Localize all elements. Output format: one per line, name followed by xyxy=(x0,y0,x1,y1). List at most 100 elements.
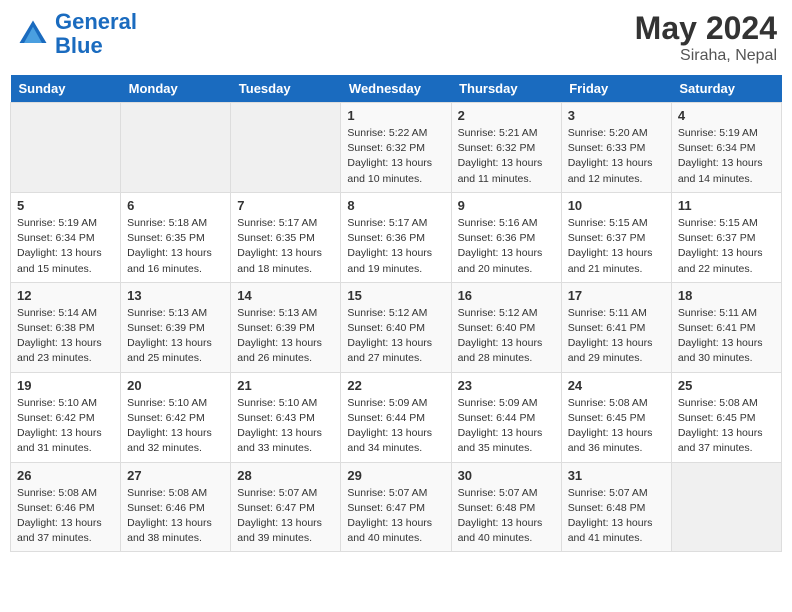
calendar-cell: 23 Sunrise: 5:09 AMSunset: 6:44 PMDayligh… xyxy=(451,372,561,462)
calendar-cell: 20 Sunrise: 5:10 AMSunset: 6:42 PMDayligh… xyxy=(121,372,231,462)
day-info: Sunrise: 5:07 AMSunset: 6:47 PMDaylight:… xyxy=(237,486,334,547)
day-number: 16 xyxy=(458,288,555,303)
day-info: Sunrise: 5:12 AMSunset: 6:40 PMDaylight:… xyxy=(347,306,444,367)
day-info: Sunrise: 5:07 AMSunset: 6:47 PMDaylight:… xyxy=(347,486,444,547)
day-info: Sunrise: 5:11 AMSunset: 6:41 PMDaylight:… xyxy=(568,306,665,367)
day-number: 6 xyxy=(127,198,224,213)
day-info: Sunrise: 5:10 AMSunset: 6:43 PMDaylight:… xyxy=(237,396,334,457)
calendar-cell xyxy=(671,462,781,552)
day-number: 23 xyxy=(458,378,555,393)
day-info: Sunrise: 5:19 AMSunset: 6:34 PMDaylight:… xyxy=(678,126,775,187)
calendar-cell: 9 Sunrise: 5:16 AMSunset: 6:36 PMDaylight… xyxy=(451,192,561,282)
day-info: Sunrise: 5:16 AMSunset: 6:36 PMDaylight:… xyxy=(458,216,555,277)
calendar-cell: 22 Sunrise: 5:09 AMSunset: 6:44 PMDayligh… xyxy=(341,372,451,462)
day-number: 26 xyxy=(17,468,114,483)
day-info: Sunrise: 5:22 AMSunset: 6:32 PMDaylight:… xyxy=(347,126,444,187)
weekday-header-saturday: Saturday xyxy=(671,75,781,103)
calendar-table: SundayMondayTuesdayWednesdayThursdayFrid… xyxy=(10,75,782,552)
day-number: 8 xyxy=(347,198,444,213)
logo-text: General Blue xyxy=(55,10,137,58)
day-info: Sunrise: 5:15 AMSunset: 6:37 PMDaylight:… xyxy=(678,216,775,277)
day-number: 24 xyxy=(568,378,665,393)
day-info: Sunrise: 5:10 AMSunset: 6:42 PMDaylight:… xyxy=(17,396,114,457)
location: Siraha, Nepal xyxy=(635,47,777,65)
logo: General Blue xyxy=(15,10,137,58)
calendar-cell: 1 Sunrise: 5:22 AMSunset: 6:32 PMDaylight… xyxy=(341,103,451,193)
day-info: Sunrise: 5:08 AMSunset: 6:45 PMDaylight:… xyxy=(568,396,665,457)
day-info: Sunrise: 5:09 AMSunset: 6:44 PMDaylight:… xyxy=(347,396,444,457)
day-info: Sunrise: 5:11 AMSunset: 6:41 PMDaylight:… xyxy=(678,306,775,367)
day-number: 27 xyxy=(127,468,224,483)
calendar-cell: 11 Sunrise: 5:15 AMSunset: 6:37 PMDayligh… xyxy=(671,192,781,282)
calendar-cell xyxy=(11,103,121,193)
calendar-cell: 24 Sunrise: 5:08 AMSunset: 6:45 PMDayligh… xyxy=(561,372,671,462)
day-number: 31 xyxy=(568,468,665,483)
title-area: May 2024 Siraha, Nepal xyxy=(635,10,777,65)
calendar-cell: 25Sunrise: 5:08 AMSunset: 6:45 PMDayligh… xyxy=(671,372,781,462)
calendar-cell: 26 Sunrise: 5:08 AMSunset: 6:46 PMDayligh… xyxy=(11,462,121,552)
day-info: Sunrise: 5:15 AMSunset: 6:37 PMDaylight:… xyxy=(568,216,665,277)
calendar-cell: 6Sunrise: 5:18 AMSunset: 6:35 PMDaylight… xyxy=(121,192,231,282)
day-info: Sunrise: 5:08 AMSunset: 6:46 PMDaylight:… xyxy=(127,486,224,547)
calendar-cell: 15 Sunrise: 5:12 AMSunset: 6:40 PMDayligh… xyxy=(341,282,451,372)
day-number: 13 xyxy=(127,288,224,303)
logo-icon xyxy=(15,16,51,52)
calendar-cell: 14 Sunrise: 5:13 AMSunset: 6:39 PMDayligh… xyxy=(231,282,341,372)
calendar-cell: 31 Sunrise: 5:07 AMSunset: 6:48 PMDayligh… xyxy=(561,462,671,552)
day-info: Sunrise: 5:17 AMSunset: 6:36 PMDaylight:… xyxy=(347,216,444,277)
calendar-cell: 13 Sunrise: 5:13 AMSunset: 6:39 PMDayligh… xyxy=(121,282,231,372)
day-number: 30 xyxy=(458,468,555,483)
day-info: Sunrise: 5:10 AMSunset: 6:42 PMDaylight:… xyxy=(127,396,224,457)
day-number: 5 xyxy=(17,198,114,213)
day-number: 15 xyxy=(347,288,444,303)
day-number: 20 xyxy=(127,378,224,393)
day-info: Sunrise: 5:13 AMSunset: 6:39 PMDaylight:… xyxy=(127,306,224,367)
weekday-header-sunday: Sunday xyxy=(11,75,121,103)
day-number: 21 xyxy=(237,378,334,393)
day-info: Sunrise: 5:20 AMSunset: 6:33 PMDaylight:… xyxy=(568,126,665,187)
calendar-cell: 28 Sunrise: 5:07 AMSunset: 6:47 PMDayligh… xyxy=(231,462,341,552)
calendar-cell: 3 Sunrise: 5:20 AMSunset: 6:33 PMDaylight… xyxy=(561,103,671,193)
day-number: 28 xyxy=(237,468,334,483)
day-number: 19 xyxy=(17,378,114,393)
calendar-cell: 19 Sunrise: 5:10 AMSunset: 6:42 PMDayligh… xyxy=(11,372,121,462)
weekday-header-monday: Monday xyxy=(121,75,231,103)
logo-line2: Blue xyxy=(55,33,103,58)
page-header: General Blue May 2024 Siraha, Nepal xyxy=(10,10,782,65)
calendar-cell xyxy=(121,103,231,193)
day-info: Sunrise: 5:21 AMSunset: 6:32 PMDaylight:… xyxy=(458,126,555,187)
weekday-header-wednesday: Wednesday xyxy=(341,75,451,103)
day-info: Sunrise: 5:17 AMSunset: 6:35 PMDaylight:… xyxy=(237,216,334,277)
day-number: 17 xyxy=(568,288,665,303)
calendar-cell: 18Sunrise: 5:11 AMSunset: 6:41 PMDayligh… xyxy=(671,282,781,372)
day-info: Sunrise: 5:08 AMSunset: 6:45 PMDaylight:… xyxy=(678,396,775,457)
day-info: Sunrise: 5:19 AMSunset: 6:34 PMDaylight:… xyxy=(17,216,114,277)
day-number: 11 xyxy=(678,198,775,213)
calendar-cell: 21 Sunrise: 5:10 AMSunset: 6:43 PMDayligh… xyxy=(231,372,341,462)
day-info: Sunrise: 5:09 AMSunset: 6:44 PMDaylight:… xyxy=(458,396,555,457)
day-info: Sunrise: 5:08 AMSunset: 6:46 PMDaylight:… xyxy=(17,486,114,547)
logo-line1: General xyxy=(55,9,137,34)
day-number: 7 xyxy=(237,198,334,213)
weekday-header-friday: Friday xyxy=(561,75,671,103)
day-number: 22 xyxy=(347,378,444,393)
calendar-cell xyxy=(231,103,341,193)
calendar-cell: 5 Sunrise: 5:19 AMSunset: 6:34 PMDaylight… xyxy=(11,192,121,282)
month-year: May 2024 xyxy=(635,10,777,47)
day-number: 3 xyxy=(568,108,665,123)
calendar-cell: 7 Sunrise: 5:17 AMSunset: 6:35 PMDaylight… xyxy=(231,192,341,282)
day-number: 1 xyxy=(347,108,444,123)
calendar-cell: 8 Sunrise: 5:17 AMSunset: 6:36 PMDaylight… xyxy=(341,192,451,282)
day-number: 12 xyxy=(17,288,114,303)
calendar-cell: 2 Sunrise: 5:21 AMSunset: 6:32 PMDaylight… xyxy=(451,103,561,193)
day-info: Sunrise: 5:13 AMSunset: 6:39 PMDaylight:… xyxy=(237,306,334,367)
calendar-cell: 17 Sunrise: 5:11 AMSunset: 6:41 PMDayligh… xyxy=(561,282,671,372)
day-number: 9 xyxy=(458,198,555,213)
day-number: 4 xyxy=(678,108,775,123)
calendar-cell: 27 Sunrise: 5:08 AMSunset: 6:46 PMDayligh… xyxy=(121,462,231,552)
day-number: 2 xyxy=(458,108,555,123)
day-info: Sunrise: 5:07 AMSunset: 6:48 PMDaylight:… xyxy=(568,486,665,547)
weekday-header-thursday: Thursday xyxy=(451,75,561,103)
day-number: 14 xyxy=(237,288,334,303)
day-number: 29 xyxy=(347,468,444,483)
